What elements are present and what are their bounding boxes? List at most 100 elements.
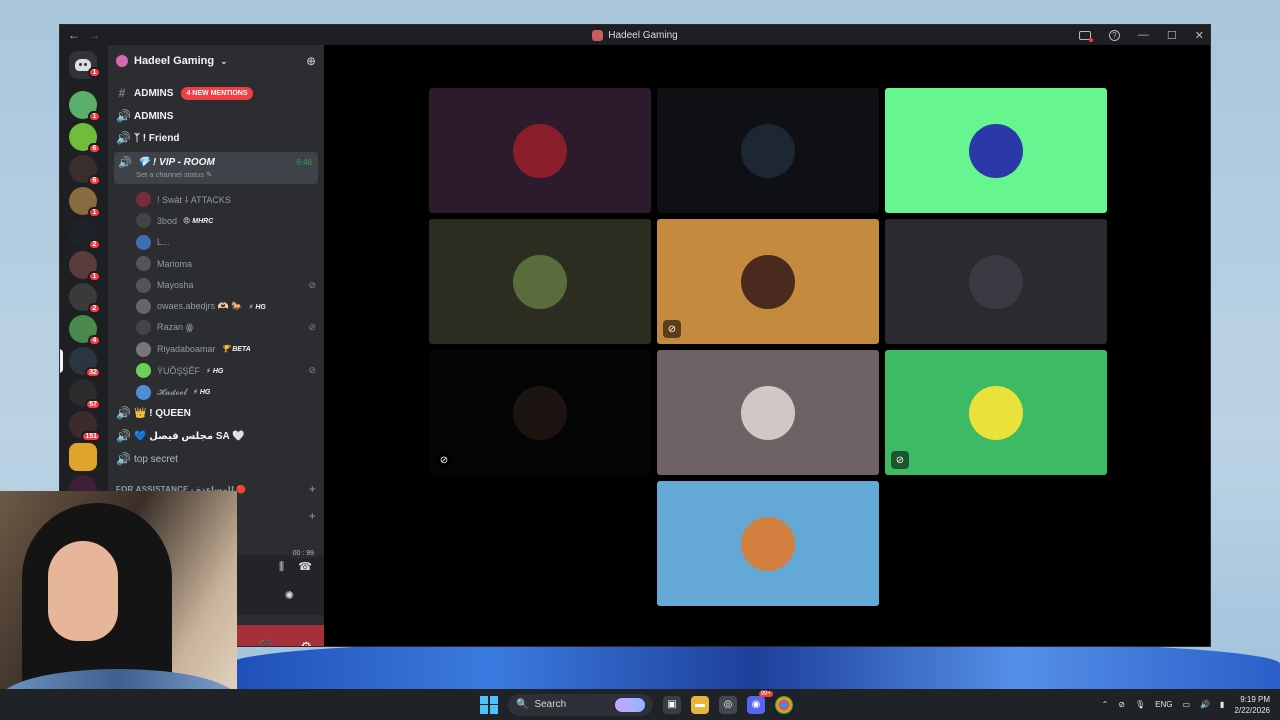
participant-tile[interactable] — [429, 219, 651, 344]
microphone-icon[interactable]: 🎙 — [1135, 700, 1145, 709]
participant-tile[interactable] — [429, 88, 651, 213]
voice-member[interactable]: 𝓗𝓪𝓭𝓮𝓮𝓵 ⚡ HG — [136, 382, 316, 403]
chevron-down-icon[interactable]: ⌄ — [247, 642, 254, 646]
server-icon-4[interactable]: 2 — [69, 219, 101, 250]
steam-icon[interactable]: ◎ — [719, 695, 737, 714]
start-button[interactable] — [480, 695, 498, 714]
language-indicator[interactable]: ENG — [1155, 700, 1172, 709]
participant-tile[interactable] — [657, 88, 879, 213]
window-title: Hadeel Gaming — [60, 25, 1210, 45]
voice-member[interactable]: Riyadaboamar 🏆 BETA — [136, 339, 316, 360]
member-name: 𝓗𝓪𝓭𝓮𝓮𝓵 — [157, 386, 187, 397]
voice-member[interactable]: 3bod 😠 MHRC — [136, 210, 316, 231]
activity-icon[interactable]: ✺ — [285, 589, 294, 602]
member-tag: ⚡ HG — [248, 303, 266, 311]
avatar — [136, 384, 151, 400]
channel-queen[interactable]: 🔊 👑 ! QUEEN — [116, 402, 318, 424]
participant-tile[interactable]: ⊘ — [885, 350, 1107, 475]
minimize-button[interactable]: — — [1138, 29, 1149, 41]
chevron-up-icon[interactable]: ⌃ — [1102, 700, 1109, 709]
participant-tile[interactable]: ⊘ — [429, 350, 651, 475]
task-view-icon[interactable]: ▣ — [663, 695, 681, 714]
noise-suppression-icon[interactable]: ⫼ — [279, 561, 284, 574]
battery-icon[interactable]: ▮ — [1220, 700, 1224, 709]
channel-label: ADMINS — [134, 110, 174, 122]
server-icon-3[interactable]: 1 — [69, 187, 101, 218]
server-header[interactable]: Hadeel Gaming ⌄ ⊕ — [108, 45, 324, 77]
participant-tile[interactable] — [885, 88, 1107, 213]
hash-icon: # — [118, 86, 126, 100]
taskbar-search[interactable]: 🔍 Search — [508, 693, 653, 716]
voice-member[interactable]: L... — [136, 232, 316, 253]
server-icon-7[interactable]: 4 — [69, 315, 101, 346]
member-name: 3bod — [157, 215, 178, 226]
direct-messages-button[interactable]: 1 — [69, 51, 101, 79]
volume-icon[interactable]: 🔊 — [1200, 700, 1210, 709]
close-button[interactable]: ✕ — [1195, 29, 1204, 42]
channel-vip-room[interactable]: 🔊 💎 ! VIP - ROOM 6:46 Set a channel stat… — [114, 152, 318, 184]
server-icon-9[interactable]: 57 — [69, 379, 101, 410]
channel-admins-voice[interactable]: 🔊 ADMINS — [116, 105, 318, 127]
voice-member[interactable]: Mayosha ⊘ — [136, 275, 316, 296]
channel-top-secret[interactable]: 🔊 top secret — [116, 448, 318, 470]
display-icon[interactable]: ▭ — [1182, 700, 1190, 709]
voice-member[interactable]: ŸUÕŞŞĔF ⚡ HG ⊘ — [136, 360, 316, 381]
server-icon-0[interactable]: 1 — [69, 91, 101, 122]
server-badge: 151 — [81, 431, 101, 442]
chrome-icon[interactable] — [775, 695, 793, 714]
server-icon-11[interactable] — [69, 443, 97, 471]
participant-tile[interactable]: ⊘ — [657, 219, 879, 344]
create-channel-icon[interactable]: + — [309, 509, 316, 523]
avatar — [136, 341, 151, 357]
muted-mic-icon: ⊘ — [308, 365, 316, 376]
server-icon-6[interactable]: 2 — [69, 283, 101, 314]
muted-mic-icon: ⊘ — [308, 279, 316, 290]
new-mentions-pill[interactable]: 4 NEW MENTIONS — [181, 86, 253, 100]
avatar — [136, 234, 151, 250]
headphones-icon[interactable]: 🎧 — [258, 639, 274, 646]
network-off-icon[interactable]: ⊘ — [1118, 700, 1125, 709]
help-icon[interactable]: ? — [1108, 29, 1120, 41]
chevron-down-icon[interactable]: ⌄ — [279, 642, 286, 646]
server-badge: 1 — [88, 111, 101, 122]
server-icon-1[interactable]: 6 — [69, 123, 101, 154]
server-icon-10[interactable]: 151 — [69, 411, 101, 442]
inbox-icon[interactable] — [1078, 30, 1093, 42]
participant-tile[interactable] — [657, 350, 879, 475]
speaker-icon: 🔊 — [116, 109, 131, 123]
discord-taskbar-icon[interactable]: ◉ 99+ — [747, 690, 773, 714]
back-button[interactable]: ← — [68, 28, 80, 42]
forward-button[interactable]: → — [88, 28, 100, 42]
maximize-button[interactable]: ☐ — [1167, 29, 1177, 42]
participant-tile[interactable] — [657, 481, 879, 606]
server-icon-8[interactable]: 32 — [60, 347, 101, 378]
disconnect-icon[interactable]: ☎ — [298, 560, 312, 573]
member-tag: ⚡ HG — [206, 367, 224, 375]
file-explorer-icon[interactable]: ▬ — [691, 695, 709, 714]
participant-avatar — [969, 385, 1023, 440]
create-channel-icon[interactable]: + — [309, 482, 316, 496]
voice-member[interactable]: Marioma — [136, 253, 316, 274]
channel-friend[interactable]: 🔊 ᛉ ! Friend — [116, 127, 318, 149]
server-icon — [116, 55, 128, 67]
gear-icon[interactable]: ⚙ — [300, 639, 312, 646]
invite-user-icon[interactable]: ⊕ — [306, 54, 316, 68]
server-icon-2[interactable]: 6 — [69, 155, 101, 186]
member-name: Razan ꙮ — [157, 322, 194, 333]
channel-admins-text[interactable]: # ADMINS 4 NEW MENTIONS — [116, 82, 318, 104]
clock[interactable]: 9:19 PM 2/22/2026 — [1234, 694, 1270, 716]
channel-status[interactable]: Set a channel status ✎ — [136, 170, 212, 179]
participant-tile[interactable] — [885, 219, 1107, 344]
server-icon-5[interactable]: 1 — [69, 251, 101, 282]
voice-member[interactable]: owaes.abedjrs 🫶🏻 🐎 ⚡ HG — [136, 296, 316, 317]
participant-avatar — [741, 254, 795, 309]
server-badge: 57 — [85, 399, 101, 410]
channel-majlis[interactable]: 🔊 💙 مجلس فيصل SA 🤍 — [116, 425, 318, 447]
server-badge: 1 — [88, 207, 101, 218]
webcam-overlay — [0, 491, 237, 720]
participant-avatar — [513, 254, 567, 309]
voice-member[interactable]: Razan ꙮ ⊘ — [136, 317, 316, 338]
search-label: Search — [534, 699, 567, 710]
voice-member[interactable]: ! Swàt ⸸ ATTACKS — [136, 189, 316, 210]
dm-badge: 1 — [88, 67, 101, 78]
